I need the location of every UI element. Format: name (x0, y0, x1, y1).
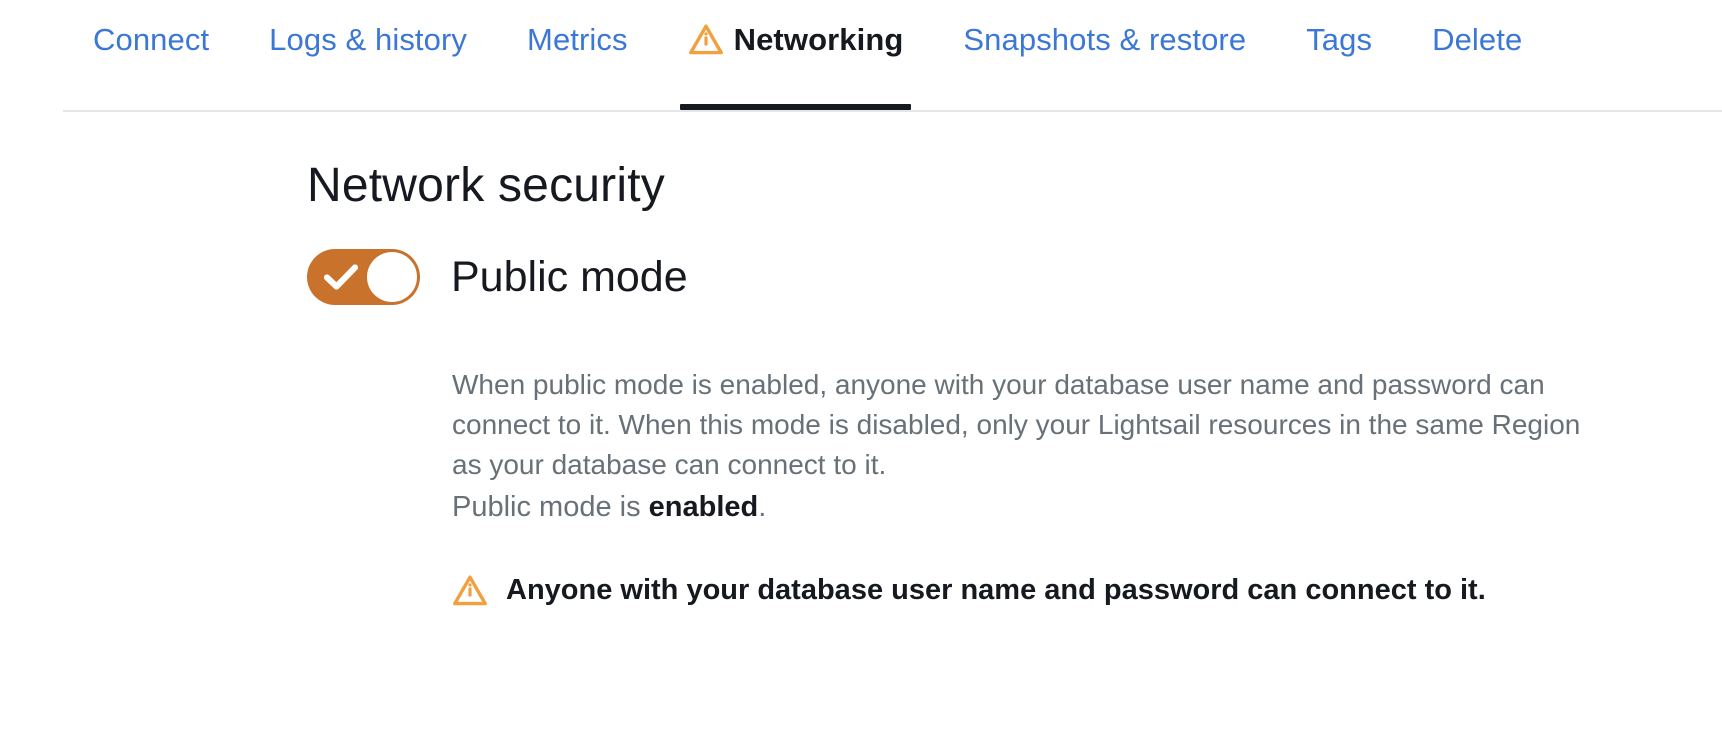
tab-connect[interactable]: Connect (63, 0, 239, 112)
tab-tags-label: Tags (1306, 24, 1372, 55)
public-mode-label: Public mode (451, 256, 688, 299)
tab-delete-label: Delete (1432, 24, 1522, 55)
toggle-knob (367, 252, 417, 302)
tab-connect-label: Connect (93, 24, 209, 55)
public-mode-description: When public mode is enabled, anyone with… (452, 365, 1602, 485)
tab-bar-divider (63, 110, 1722, 112)
tab-metrics-label: Metrics (527, 24, 628, 55)
tab-networking[interactable]: Networking (658, 0, 934, 112)
status-prefix: Public mode is (452, 491, 649, 523)
public-mode-toggle[interactable] (307, 249, 420, 305)
check-icon (324, 263, 358, 291)
tab-snapshots-restore[interactable]: Snapshots & restore (933, 0, 1276, 112)
tab-tags[interactable]: Tags (1276, 0, 1402, 112)
warning-triangle-icon (452, 574, 488, 607)
tab-delete[interactable]: Delete (1402, 0, 1552, 112)
status-value: enabled (649, 491, 759, 523)
tab-snapshots-restore-label: Snapshots & restore (963, 24, 1246, 55)
warning-text: Anyone with your database user name and … (506, 576, 1486, 605)
public-mode-status: Public mode is enabled. (452, 493, 766, 522)
tab-metrics[interactable]: Metrics (497, 0, 658, 112)
page-title: Network security (307, 162, 665, 210)
tab-bar: Connect Logs & history Metrics Networkin… (0, 0, 1722, 112)
public-mode-warning: Anyone with your database user name and … (452, 574, 1486, 607)
public-mode-row: Public mode (307, 249, 688, 305)
warning-triangle-icon (688, 23, 724, 56)
tab-list: Connect Logs & history Metrics Networkin… (63, 0, 1552, 112)
tab-logs-history[interactable]: Logs & history (239, 0, 497, 112)
tab-logs-history-label: Logs & history (269, 24, 467, 55)
tab-networking-label: Networking (734, 24, 904, 55)
status-suffix: . (758, 491, 766, 523)
